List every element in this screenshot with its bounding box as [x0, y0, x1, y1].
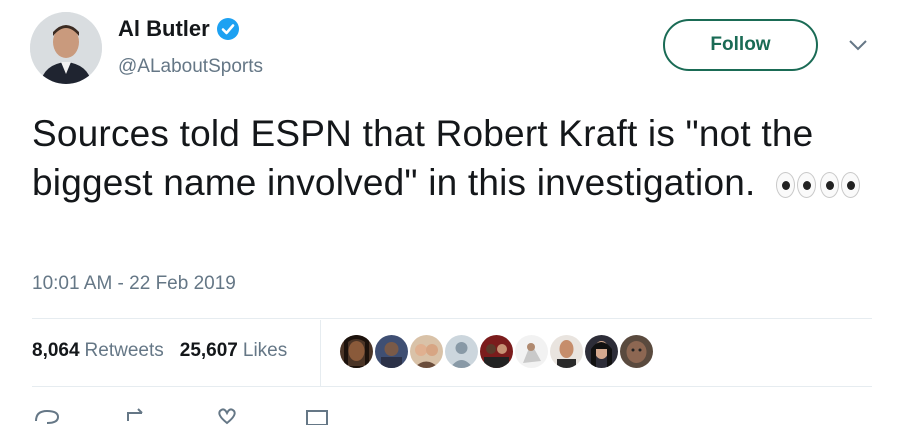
tweet-timestamp[interactable]: 10:01 AM - 22 Feb 2019	[32, 273, 236, 295]
liker-avatars	[340, 335, 653, 368]
chevron-down-icon[interactable]	[848, 38, 868, 52]
divider	[32, 386, 872, 387]
retweets-label[interactable]: Retweets	[85, 340, 164, 362]
likes-count[interactable]: 25,607	[180, 340, 238, 362]
user-avatar-icon	[30, 12, 102, 84]
liker-avatar[interactable]	[340, 335, 373, 368]
tweet-stats: 8,064 Retweets 25,607 Likes	[32, 340, 303, 362]
reply-icon[interactable]	[32, 405, 62, 425]
liker-avatar[interactable]	[585, 335, 618, 368]
tweet-body: Sources told ESPN that Robert Kraft is "…	[32, 113, 814, 203]
likes-label[interactable]: Likes	[243, 340, 287, 362]
liker-avatar[interactable]	[620, 335, 653, 368]
author-name-row: Al Butler	[118, 16, 240, 42]
like-icon[interactable]	[212, 405, 242, 425]
liker-avatar[interactable]	[480, 335, 513, 368]
author-avatar[interactable]	[30, 12, 102, 84]
retweets-count[interactable]: 8,064	[32, 340, 80, 362]
tweet-text: Sources told ESPN that Robert Kraft is "…	[32, 109, 872, 207]
stats-separator	[320, 320, 321, 386]
tweet-actions	[32, 405, 332, 425]
liker-avatar[interactable]	[550, 335, 583, 368]
liker-avatar[interactable]	[515, 335, 548, 368]
eyes-emoji-icon	[775, 172, 860, 199]
author-display-name[interactable]: Al Butler	[118, 16, 210, 42]
message-icon[interactable]	[302, 405, 332, 425]
follow-button[interactable]: Follow	[663, 19, 818, 71]
liker-avatar[interactable]	[410, 335, 443, 368]
retweet-icon[interactable]	[122, 405, 152, 425]
liker-avatar[interactable]	[445, 335, 478, 368]
author-handle[interactable]: @ALaboutSports	[118, 56, 263, 78]
verified-badge-icon	[216, 18, 239, 40]
divider	[32, 318, 872, 319]
liker-avatar[interactable]	[375, 335, 408, 368]
